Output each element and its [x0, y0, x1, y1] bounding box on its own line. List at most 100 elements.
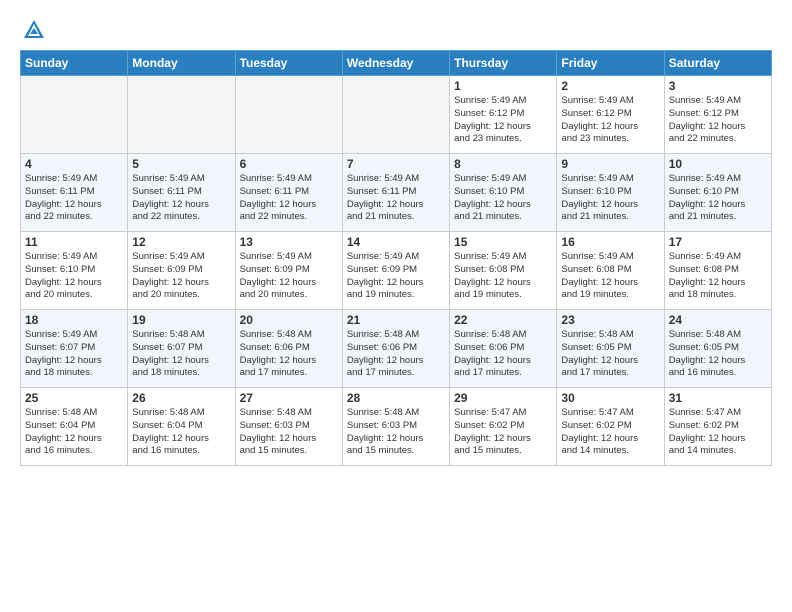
calendar-cell: 28 Sunrise: 5:48 AMSunset: 6:03 PMDayligh… [342, 388, 449, 466]
day-number: 30 [561, 391, 659, 405]
calendar-cell: 3 Sunrise: 5:49 AMSunset: 6:12 PMDaylight… [664, 76, 771, 154]
day-number: 5 [132, 157, 230, 171]
day-number: 6 [240, 157, 338, 171]
day-info: Sunrise: 5:47 AMSunset: 6:02 PMDaylight:… [454, 407, 552, 458]
day-number: 23 [561, 313, 659, 327]
calendar-cell: 24Sunrise: 5:48 AMSunset: 6:05 PMDayligh… [664, 310, 771, 388]
calendar-cell: 8Sunrise: 5:49 AMSunset: 6:10 PMDaylight… [450, 154, 557, 232]
day-number: 11 [25, 235, 123, 249]
day-number: 4 [25, 157, 123, 171]
day-info: Sunrise: 5:49 AMSunset: 6:10 PMDaylight:… [561, 173, 659, 224]
calendar-cell: 12Sunrise: 5:49 AMSunset: 6:09 PMDayligh… [128, 232, 235, 310]
logo [20, 16, 52, 44]
day-info: Sunrise: 5:49 AMSunset: 6:11 PMDaylight:… [240, 173, 338, 224]
calendar-week-row: 1 Sunrise: 5:49 AMSunset: 6:12 PMDaylight… [21, 76, 772, 154]
day-info: Sunrise: 5:48 AMSunset: 6:05 PMDaylight:… [561, 329, 659, 380]
day-number: 27 [240, 391, 338, 405]
calendar-cell: 1 Sunrise: 5:49 AMSunset: 6:12 PMDaylight… [450, 76, 557, 154]
day-number: 9 [561, 157, 659, 171]
day-info: Sunrise: 5:47 AMSunset: 6:02 PMDaylight:… [669, 407, 767, 458]
day-number: 21 [347, 313, 445, 327]
weekday-header: Tuesday [235, 51, 342, 76]
day-number: 25 [25, 391, 123, 405]
calendar-week-row: 4 Sunrise: 5:49 AMSunset: 6:11 PMDaylight… [21, 154, 772, 232]
day-number: 14 [347, 235, 445, 249]
calendar-week-row: 18 Sunrise: 5:49 AMSunset: 6:07 PMDayligh… [21, 310, 772, 388]
day-number: 16 [561, 235, 659, 249]
calendar-cell: 26 Sunrise: 5:48 AMSunset: 6:04 PMDayligh… [128, 388, 235, 466]
day-info: Sunrise: 5:47 AMSunset: 6:02 PMDaylight:… [561, 407, 659, 458]
day-info: Sunrise: 5:49 AMSunset: 6:12 PMDaylight:… [669, 95, 767, 146]
calendar-cell: 30 Sunrise: 5:47 AMSunset: 6:02 PMDayligh… [557, 388, 664, 466]
header [20, 16, 772, 44]
calendar-cell: 19 Sunrise: 5:48 AMSunset: 6:07 PMDayligh… [128, 310, 235, 388]
day-info: Sunrise: 5:49 AMSunset: 6:09 PMDaylight:… [347, 251, 445, 302]
day-info: Sunrise: 5:49 AMSunset: 6:10 PMDaylight:… [454, 173, 552, 224]
day-info: Sunrise: 5:49 AMSunset: 6:12 PMDaylight:… [561, 95, 659, 146]
day-info: Sunrise: 5:48 AMSunset: 6:05 PMDaylight:… [669, 329, 767, 380]
day-number: 20 [240, 313, 338, 327]
day-info: Sunrise: 5:49 AMSunset: 6:09 PMDaylight:… [240, 251, 338, 302]
calendar-week-row: 11 Sunrise: 5:49 AMSunset: 6:10 PMDayligh… [21, 232, 772, 310]
calendar-cell: 27 Sunrise: 5:48 AMSunset: 6:03 PMDayligh… [235, 388, 342, 466]
calendar-cell: 20 Sunrise: 5:48 AMSunset: 6:06 PMDayligh… [235, 310, 342, 388]
day-number: 28 [347, 391, 445, 405]
calendar-cell: 9 Sunrise: 5:49 AMSunset: 6:10 PMDaylight… [557, 154, 664, 232]
day-number: 19 [132, 313, 230, 327]
day-info: Sunrise: 5:49 AMSunset: 6:09 PMDaylight:… [132, 251, 230, 302]
day-info: Sunrise: 5:49 AMSunset: 6:12 PMDaylight:… [454, 95, 552, 146]
calendar-cell: 23 Sunrise: 5:48 AMSunset: 6:05 PMDayligh… [557, 310, 664, 388]
calendar-header-row: SundayMondayTuesdayWednesdayThursdayFrid… [21, 51, 772, 76]
calendar-cell [235, 76, 342, 154]
weekday-header: Thursday [450, 51, 557, 76]
day-info: Sunrise: 5:49 AMSunset: 6:11 PMDaylight:… [347, 173, 445, 224]
weekday-header: Saturday [664, 51, 771, 76]
calendar-week-row: 25 Sunrise: 5:48 AMSunset: 6:04 PMDayligh… [21, 388, 772, 466]
day-number: 10 [669, 157, 767, 171]
day-number: 31 [669, 391, 767, 405]
day-number: 26 [132, 391, 230, 405]
day-number: 3 [669, 79, 767, 93]
calendar-cell: 16Sunrise: 5:49 AMSunset: 6:08 PMDayligh… [557, 232, 664, 310]
day-info: Sunrise: 5:48 AMSunset: 6:06 PMDaylight:… [454, 329, 552, 380]
calendar-cell: 2Sunrise: 5:49 AMSunset: 6:12 PMDaylight… [557, 76, 664, 154]
calendar-cell: 17Sunrise: 5:49 AMSunset: 6:08 PMDayligh… [664, 232, 771, 310]
calendar-cell [21, 76, 128, 154]
day-number: 18 [25, 313, 123, 327]
day-info: Sunrise: 5:48 AMSunset: 6:06 PMDaylight:… [347, 329, 445, 380]
day-info: Sunrise: 5:49 AMSunset: 6:07 PMDaylight:… [25, 329, 123, 380]
calendar-cell: 10 Sunrise: 5:49 AMSunset: 6:10 PMDayligh… [664, 154, 771, 232]
day-info: Sunrise: 5:49 AMSunset: 6:11 PMDaylight:… [25, 173, 123, 224]
day-number: 22 [454, 313, 552, 327]
day-number: 1 [454, 79, 552, 93]
day-info: Sunrise: 5:49 AMSunset: 6:08 PMDaylight:… [454, 251, 552, 302]
calendar-cell: 13 Sunrise: 5:49 AMSunset: 6:09 PMDayligh… [235, 232, 342, 310]
calendar-cell: 29 Sunrise: 5:47 AMSunset: 6:02 PMDayligh… [450, 388, 557, 466]
calendar-cell: 25 Sunrise: 5:48 AMSunset: 6:04 PMDayligh… [21, 388, 128, 466]
calendar-cell [128, 76, 235, 154]
calendar-cell: 31 Sunrise: 5:47 AMSunset: 6:02 PMDayligh… [664, 388, 771, 466]
calendar-cell: 21 Sunrise: 5:48 AMSunset: 6:06 PMDayligh… [342, 310, 449, 388]
calendar-cell: 5Sunrise: 5:49 AMSunset: 6:11 PMDaylight… [128, 154, 235, 232]
calendar-cell: 18 Sunrise: 5:49 AMSunset: 6:07 PMDayligh… [21, 310, 128, 388]
day-number: 13 [240, 235, 338, 249]
day-number: 29 [454, 391, 552, 405]
day-info: Sunrise: 5:48 AMSunset: 6:07 PMDaylight:… [132, 329, 230, 380]
day-info: Sunrise: 5:48 AMSunset: 6:06 PMDaylight:… [240, 329, 338, 380]
weekday-header: Wednesday [342, 51, 449, 76]
day-info: Sunrise: 5:49 AMSunset: 6:10 PMDaylight:… [669, 173, 767, 224]
day-info: Sunrise: 5:48 AMSunset: 6:03 PMDaylight:… [240, 407, 338, 458]
calendar-table: SundayMondayTuesdayWednesdayThursdayFrid… [20, 50, 772, 466]
calendar-cell: 22 Sunrise: 5:48 AMSunset: 6:06 PMDayligh… [450, 310, 557, 388]
calendar-cell [342, 76, 449, 154]
calendar-cell: 15Sunrise: 5:49 AMSunset: 6:08 PMDayligh… [450, 232, 557, 310]
weekday-header: Monday [128, 51, 235, 76]
weekday-header: Friday [557, 51, 664, 76]
day-info: Sunrise: 5:48 AMSunset: 6:04 PMDaylight:… [25, 407, 123, 458]
day-info: Sunrise: 5:48 AMSunset: 6:03 PMDaylight:… [347, 407, 445, 458]
day-info: Sunrise: 5:49 AMSunset: 6:10 PMDaylight:… [25, 251, 123, 302]
day-number: 7 [347, 157, 445, 171]
day-info: Sunrise: 5:48 AMSunset: 6:04 PMDaylight:… [132, 407, 230, 458]
logo-icon [20, 16, 48, 44]
calendar-cell: 4 Sunrise: 5:49 AMSunset: 6:11 PMDaylight… [21, 154, 128, 232]
